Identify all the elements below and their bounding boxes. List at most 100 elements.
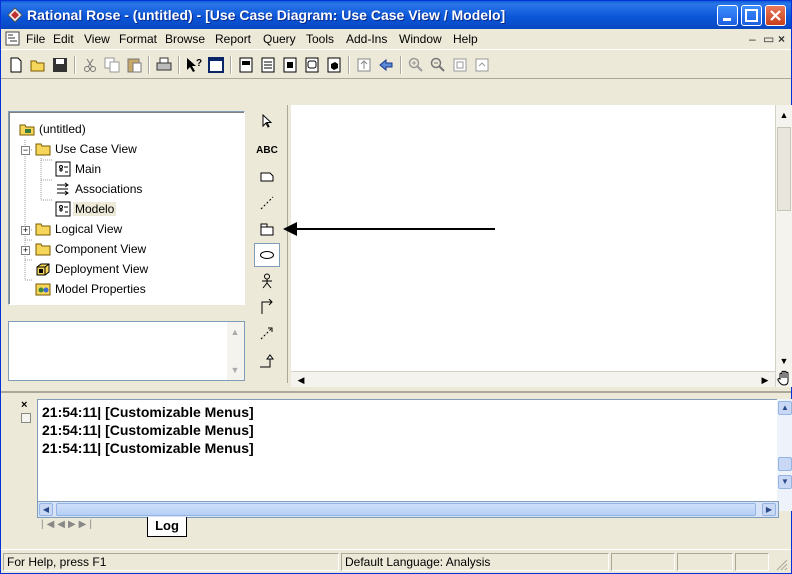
menu-view[interactable]: View: [84, 32, 110, 46]
mdi-close-icon[interactable]: ×: [778, 32, 785, 46]
menu-tools[interactable]: Tools: [306, 32, 334, 46]
dependency-tool[interactable]: [254, 321, 280, 345]
documentation-window[interactable]: ▲ ▼: [8, 321, 245, 381]
document-system-menu-icon[interactable]: [5, 31, 20, 46]
generalization-tool[interactable]: [254, 349, 280, 373]
menu-add-ins[interactable]: Add-Ins: [346, 32, 387, 46]
log-line: 21:54:11| [Customizable Menus]: [42, 422, 254, 438]
log-dock-icon[interactable]: [21, 413, 31, 423]
use-case-tool[interactable]: [254, 243, 280, 267]
scroll-right-icon[interactable]: ▶: [762, 503, 776, 516]
browse-deployment-icon[interactable]: [325, 56, 343, 74]
diagram-canvas[interactable]: [291, 105, 775, 371]
menu-window[interactable]: Window: [399, 32, 442, 46]
browse-previous-icon[interactable]: [377, 56, 395, 74]
view-doc-icon[interactable]: [207, 56, 225, 74]
scroll-up-icon[interactable]: ▲: [778, 401, 792, 415]
log-horizontal-scrollbar[interactable]: ◀ ▶: [37, 501, 779, 518]
diagram-horizontal-scrollbar[interactable]: ◀ ▶: [291, 371, 775, 387]
cut-icon[interactable]: [81, 56, 99, 74]
tree-item-label: Deployment View: [55, 262, 149, 276]
log-output[interactable]: 21:54:11| [Customizable Menus] 21:54:11|…: [37, 399, 779, 511]
paste-icon[interactable]: [125, 56, 143, 74]
print-icon[interactable]: [155, 56, 173, 74]
note-tool[interactable]: [254, 165, 280, 189]
scroll-down-icon[interactable]: ▼: [227, 362, 243, 378]
documentation-scrollbar[interactable]: ▲ ▼: [227, 322, 244, 380]
diagram-toolbox: ABC: [250, 105, 288, 383]
tab-log[interactable]: Log: [147, 517, 187, 537]
undo-fit-icon[interactable]: [473, 56, 491, 74]
scroll-up-icon[interactable]: ▲: [776, 107, 792, 123]
menu-report[interactable]: Report: [215, 32, 251, 46]
vertical-scroll-thumb[interactable]: [778, 457, 792, 471]
use-case-diagram-icon: [55, 161, 71, 177]
model-root-icon: [19, 124, 35, 136]
menu-query[interactable]: Query: [263, 32, 296, 46]
menu-format[interactable]: Format: [119, 32, 157, 46]
log-vertical-scrollbar[interactable]: ▲ ▼: [777, 399, 792, 511]
scroll-right-icon[interactable]: ▶: [757, 372, 773, 388]
maximize-button[interactable]: [741, 5, 762, 26]
scroll-up-icon[interactable]: ▲: [227, 324, 243, 340]
tree-item-label: Logical View: [55, 222, 123, 236]
mdi-restore-icon[interactable]: ▭: [763, 32, 774, 46]
model-properties-icon: [35, 283, 51, 296]
toolbar-separator: [178, 56, 180, 74]
associations-icon: [57, 182, 69, 196]
mdi-minimize-icon[interactable]: –: [749, 32, 756, 46]
window-title: Rational Rose - (untitled) - [Use Case D…: [27, 7, 506, 23]
scroll-down-icon[interactable]: ▼: [776, 353, 792, 369]
anchor-note-tool[interactable]: [254, 191, 280, 215]
package-tool[interactable]: [254, 217, 280, 241]
minimize-button[interactable]: [717, 5, 738, 26]
horizontal-scroll-thumb[interactable]: [56, 503, 756, 516]
resize-grip-icon[interactable]: [775, 558, 789, 572]
scroll-left-icon[interactable]: ◀: [39, 503, 53, 516]
close-button[interactable]: [765, 5, 786, 26]
actor-icon: [262, 273, 272, 289]
expand-icon[interactable]: +: [21, 226, 30, 235]
menu-file[interactable]: File: [26, 32, 45, 46]
toolbar-separator: [74, 56, 76, 74]
generalization-icon: [260, 354, 274, 368]
close-icon: [770, 10, 781, 21]
title-bar[interactable]: Rational Rose - (untitled) - [Use Case D…: [1, 1, 791, 29]
copy-icon[interactable]: [103, 56, 121, 74]
browse-class-icon[interactable]: [237, 56, 255, 74]
status-pane: [611, 553, 675, 571]
browse-interaction-icon[interactable]: [259, 56, 277, 74]
context-help-icon[interactable]: ?: [185, 56, 203, 74]
menu-help[interactable]: Help: [453, 32, 478, 46]
collapse-icon[interactable]: −: [21, 146, 30, 155]
actor-tool[interactable]: [254, 269, 280, 293]
tree-item-label: Component View: [55, 242, 147, 256]
diagram-vertical-scrollbar[interactable]: ▲ ▼: [775, 105, 792, 387]
save-icon[interactable]: [51, 56, 69, 74]
svg-text:?: ?: [196, 58, 202, 69]
browse-parent-icon[interactable]: [355, 56, 373, 74]
open-icon[interactable]: [29, 56, 47, 74]
zoom-in-icon[interactable]: [407, 56, 425, 74]
fit-window-icon[interactable]: [451, 56, 469, 74]
tab-navigation-icon[interactable]: |◀◀▶▶|: [41, 519, 95, 530]
new-icon[interactable]: [7, 56, 25, 74]
browser-tree[interactable]: (untitled) − Use Case View Main Associat…: [8, 111, 245, 305]
scroll-left-icon[interactable]: ◀: [293, 372, 309, 388]
zoom-out-icon[interactable]: [429, 56, 447, 74]
vertical-scroll-thumb[interactable]: [777, 127, 791, 211]
toolbar-separator: [400, 56, 402, 74]
browse-component-icon[interactable]: [281, 56, 299, 74]
log-close-icon[interactable]: ×: [21, 399, 27, 411]
pan-hand-icon[interactable]: [776, 369, 792, 387]
unidirectional-association-tool[interactable]: [254, 295, 280, 319]
expand-icon[interactable]: +: [21, 246, 30, 255]
browse-state-icon[interactable]: [303, 56, 321, 74]
scroll-down-icon[interactable]: ▼: [778, 475, 792, 489]
menu-edit[interactable]: Edit: [53, 32, 74, 46]
text-box-tool[interactable]: ABC: [254, 139, 280, 163]
use-case-diagram-icon: [55, 201, 71, 217]
deployment-icon: [36, 263, 50, 276]
menu-browse[interactable]: Browse: [165, 32, 205, 46]
selection-arrow-tool[interactable]: [254, 109, 280, 133]
